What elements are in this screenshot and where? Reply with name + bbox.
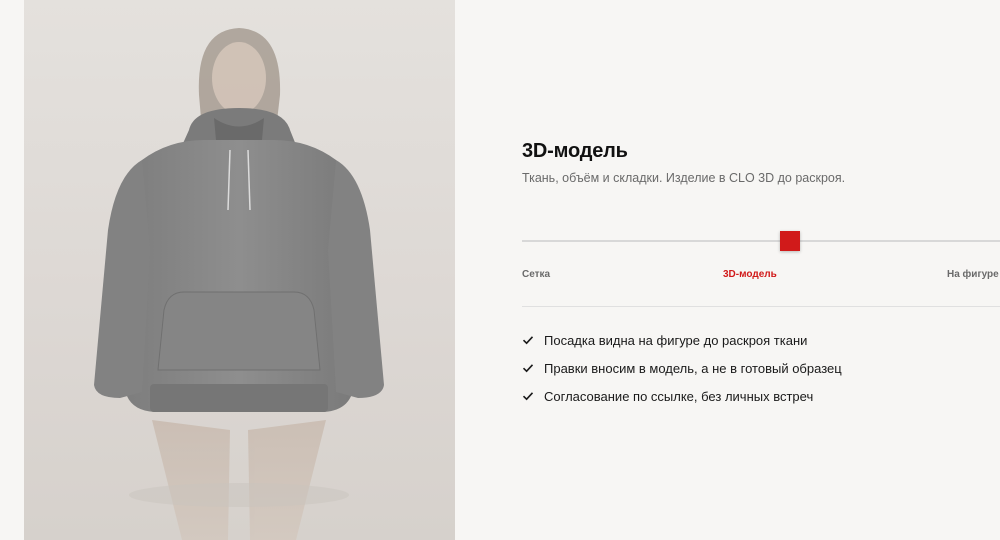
step-on-figure[interactable]: На фигуре	[947, 269, 999, 280]
check-icon	[522, 336, 534, 345]
step-3d-model[interactable]: 3D-модель	[723, 269, 777, 280]
slider-handle[interactable]	[779, 231, 800, 251]
stage-labels: Сетка 3D-модель На фигуре	[522, 269, 1000, 283]
check-icon	[522, 364, 534, 373]
feature-item: Правки вносим в модель, а не в готовый о…	[522, 354, 842, 382]
product-info: 3D-модель Ткань, объём и складки. Издели…	[522, 0, 1000, 540]
divider	[522, 306, 1000, 307]
feature-text: Согласование по ссылке, без личных встре…	[544, 388, 814, 404]
check-icon	[522, 392, 534, 401]
hoodie	[94, 108, 384, 412]
section-title: 3D-модель	[522, 140, 628, 162]
slider-track[interactable]	[522, 240, 1000, 242]
feature-text: Посадка видна на фигуре до раскроя ткани	[544, 332, 808, 348]
feature-item: Посадка видна на фигуре до раскроя ткани	[522, 326, 842, 354]
feature-list: Посадка видна на фигуре до раскроя ткани…	[522, 326, 842, 410]
fashion-model-image	[94, 28, 384, 540]
step-mesh[interactable]: Сетка	[522, 269, 550, 280]
hero-image	[24, 0, 455, 540]
feature-text: Правки вносим в модель, а не в готовый о…	[544, 360, 842, 376]
section-subtitle: Ткань, объём и складки. Изделие в CLO 3D…	[522, 171, 846, 185]
feature-item: Согласование по ссылке, без личных встре…	[522, 382, 842, 410]
stage-slider[interactable]	[522, 231, 1000, 251]
floor-shadow	[129, 483, 349, 507]
